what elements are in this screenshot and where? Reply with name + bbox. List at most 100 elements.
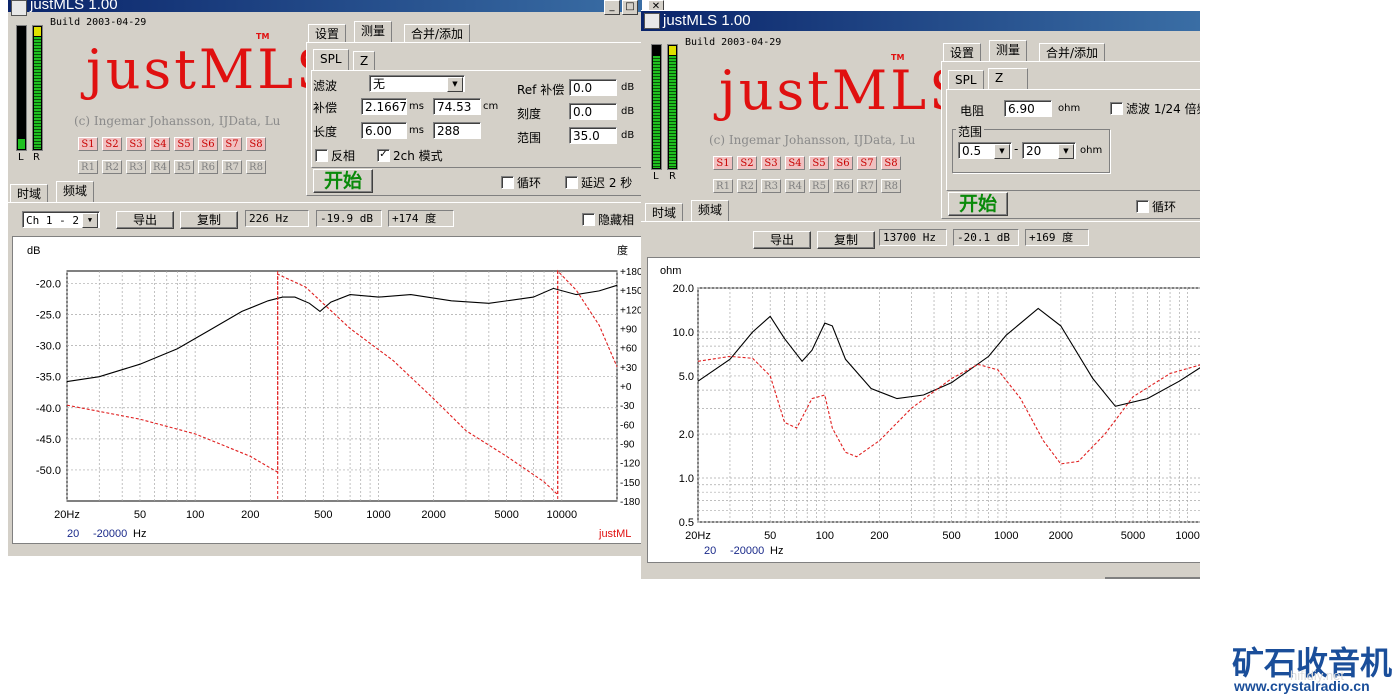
y2-tick-label: +60 [620,344,637,355]
filter24-checkbox[interactable] [1110,102,1123,115]
hide-phase-checkbox[interactable] [582,213,595,226]
comp-cm-unit: cm [483,101,499,112]
slot-button-s2[interactable]: S2 [737,156,757,170]
tab-z[interactable]: Z [353,51,376,70]
tab-freq-domain[interactable]: 频域 [56,181,95,202]
invert-label: 反相 [331,149,356,163]
plot-area [66,270,618,502]
start-button[interactable]: 开始 [948,192,1008,216]
measure-panel: SPL Z 电阻 6.90 ohm 滤波 1/24 倍频 范围 0.5 ▼ - 2… [941,61,1200,219]
chevron-down-icon[interactable]: ▼ [994,144,1010,159]
recall-button-r2[interactable]: R2 [737,179,757,193]
slot-button-s1[interactable]: S1 [78,137,98,151]
maximize-button[interactable]: □ [622,0,638,15]
filter-select[interactable]: 无 ▼ [369,75,465,92]
slot-button-s6[interactable]: S6 [198,137,218,151]
recall-button-r2[interactable]: R2 [102,160,122,174]
slot-button-s7[interactable]: S7 [857,156,877,170]
twoch-checkbox[interactable]: ✓ [377,149,390,162]
tab-measure[interactable]: 测量 [354,21,393,42]
tab-time-domain[interactable]: 时域 [645,203,684,222]
recall-button-r6[interactable]: R6 [198,160,218,174]
phase-readout: +169 度 [1025,229,1089,246]
recall-button-r4[interactable]: R4 [785,179,805,193]
y-axis-label: ohm [660,265,681,277]
slot-button-s1[interactable]: S1 [713,156,733,170]
ref-comp-label: Ref 补偿 [517,83,565,97]
slot-button-s5[interactable]: S5 [174,137,194,151]
recall-button-r7[interactable]: R7 [222,160,242,174]
tab-z[interactable]: Z [988,68,1028,89]
recall-button-r3[interactable]: R3 [761,179,781,193]
tab-settings[interactable]: 设置 [943,43,982,62]
delay-checkbox[interactable] [565,176,578,189]
y-tick-label: 5.0 [679,371,694,383]
slot-button-s6[interactable]: S6 [833,156,853,170]
slot-button-s3[interactable]: S3 [126,137,146,151]
copy-button[interactable]: 复制 [180,211,238,229]
recall-button-r1[interactable]: R1 [713,179,733,193]
slot-button-s8[interactable]: S8 [246,137,266,151]
tab-spl[interactable]: SPL [948,70,984,89]
chevron-down-icon[interactable]: ▼ [82,213,98,228]
length-ms-field[interactable]: 6.00 [361,122,407,139]
channel-select[interactable]: Ch 1 - 2 ▼ [22,211,100,228]
loop-checkbox[interactable] [501,176,514,189]
length-samples-field[interactable]: 288 [433,122,481,139]
ref-comp-unit: dB [621,82,635,93]
recall-button-r3[interactable]: R3 [126,160,146,174]
filter-label: 滤波 [313,79,338,93]
scale-field[interactable]: 0.0 [569,103,617,120]
minimize-button[interactable]: _ [604,0,620,15]
slot-button-s4[interactable]: S4 [150,137,170,151]
y-tick-label: 20.0 [673,283,694,295]
recall-button-r4[interactable]: R4 [150,160,170,174]
recall-button-r7[interactable]: R7 [857,179,877,193]
tab-merge[interactable]: 合并/添加 [404,24,471,43]
slot-button-s8[interactable]: S8 [881,156,901,170]
hz-range-from: 20 [67,528,79,540]
impedance-chart: 20.010.05.02.01.00.520Hz 50 100 200 500 1000 2… [660,265,1200,557]
y2-tick-label: -60 [620,420,635,431]
tab-measure[interactable]: 测量 [989,40,1028,61]
comp-cm-field[interactable]: 74.53 [433,98,481,115]
watermark-faint: hifidiy.net [1290,668,1344,683]
range-from-select[interactable]: 0.5 ▼ [958,142,1012,159]
tab-time-domain[interactable]: 时域 [10,184,49,203]
start-button[interactable]: 开始 [313,169,373,193]
recall-button-r5[interactable]: R5 [174,160,194,174]
loop-checkbox[interactable] [1136,200,1149,213]
chevron-down-icon[interactable]: ▼ [1058,144,1074,159]
export-button[interactable]: 导出 [753,231,811,249]
slot-button-s3[interactable]: S3 [761,156,781,170]
slot-button-s2[interactable]: S2 [102,137,122,151]
copy-button[interactable]: 复制 [817,231,875,249]
invert-checkbox[interactable] [315,149,328,162]
comp-label: 补偿 [313,101,338,115]
resistance-field[interactable]: 6.90 [1004,100,1052,117]
tab-freq-domain[interactable]: 频域 [691,200,730,221]
ref-comp-field[interactable]: 0.0 [569,79,617,96]
tab-merge[interactable]: 合并/添加 [1039,43,1106,62]
slot-button-s7[interactable]: S7 [222,137,242,151]
recall-button-r1[interactable]: R1 [78,160,98,174]
recall-button-r8[interactable]: R8 [881,179,901,193]
chevron-down-icon[interactable]: ▼ [447,77,463,92]
recall-button-r8[interactable]: R8 [246,160,266,174]
slot-button-s5[interactable]: S5 [809,156,829,170]
x-tick-label: 100 [186,509,204,521]
meter-label-r: R [33,152,40,163]
tab-settings[interactable]: 设置 [308,24,347,43]
range-to-select[interactable]: 20 ▼ [1022,142,1076,159]
y2-tick-label: -120 [620,459,640,470]
tab-spl[interactable]: SPL [313,49,349,70]
filter24-label: 滤波 1/24 倍频 [1126,102,1200,116]
comp-ms-field[interactable]: 2.1667 [361,98,407,115]
recall-button-r5[interactable]: R5 [809,179,829,193]
export-button[interactable]: 导出 [116,211,174,229]
recall-button-r6[interactable]: R6 [833,179,853,193]
slot-button-s4[interactable]: S4 [785,156,805,170]
range-field[interactable]: 35.0 [569,127,617,144]
resistance-label: 电阻 [960,104,985,118]
x-tick-label: 500 [314,509,332,521]
